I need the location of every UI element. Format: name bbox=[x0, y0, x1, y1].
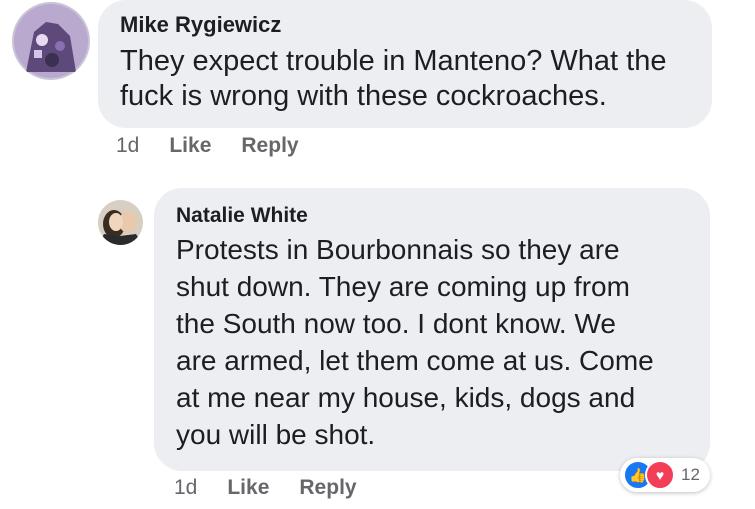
comment-author[interactable]: Natalie White bbox=[176, 203, 710, 229]
avatar[interactable] bbox=[98, 200, 143, 245]
reactions-summary[interactable]: 👍 ♥ 12 bbox=[620, 458, 710, 492]
reply-button[interactable]: Reply bbox=[241, 134, 298, 158]
comment-author[interactable]: Mike Rygiewicz bbox=[120, 12, 712, 38]
comment-timestamp[interactable]: 1d bbox=[116, 134, 139, 158]
like-button[interactable]: Like bbox=[227, 476, 269, 500]
comment-text: They expect trouble in Manteno? What the… bbox=[120, 45, 667, 112]
comment-thread: Mike Rygiewicz They expect trouble in Ma… bbox=[0, 0, 755, 509]
like-button[interactable]: Like bbox=[169, 134, 211, 158]
comment-actions: 1d Like Reply bbox=[174, 476, 387, 500]
profile-photo-icon bbox=[98, 200, 143, 245]
love-icon: ♥ bbox=[645, 460, 675, 490]
profile-photo-icon bbox=[12, 2, 90, 80]
comment-bubble: Natalie White Protests in Bourbonnais so… bbox=[154, 188, 710, 471]
avatar[interactable] bbox=[12, 2, 90, 80]
comment-bubble: Mike Rygiewicz They expect trouble in Ma… bbox=[98, 0, 712, 128]
comment-timestamp[interactable]: 1d bbox=[174, 476, 197, 500]
comment-actions: 1d Like Reply bbox=[116, 134, 329, 158]
comment-text: Protests in Bourbonnais so they are shut… bbox=[176, 234, 654, 450]
reply-button[interactable]: Reply bbox=[299, 476, 356, 500]
reaction-count: 12 bbox=[681, 465, 700, 484]
